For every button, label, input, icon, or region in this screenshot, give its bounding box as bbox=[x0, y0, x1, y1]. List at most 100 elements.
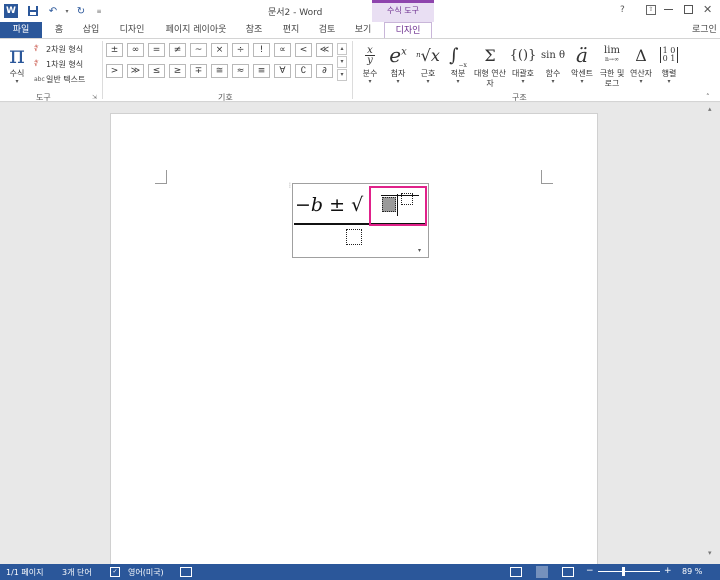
symbol-divide[interactable]: ÷ bbox=[232, 43, 249, 57]
contextual-group-header: 수식 도구 bbox=[372, 0, 434, 22]
document-page[interactable]: ⋮ −b ± √ ▾ bbox=[110, 113, 598, 573]
symbol-plus-minus[interactable]: ± bbox=[106, 43, 123, 57]
title-bar: W ↶ ▾ ↻ ≡ 문서2 - Word 수식 도구 ? ⇧ ✕ bbox=[0, 0, 720, 22]
text-cursor bbox=[397, 194, 398, 216]
undo-icon[interactable]: ↶ bbox=[46, 4, 60, 18]
undo-dropdown-icon[interactable]: ▾ bbox=[60, 4, 74, 18]
equation-container[interactable]: ⋮ −b ± √ ▾ bbox=[287, 183, 429, 258]
radicand-placeholder[interactable] bbox=[382, 197, 396, 212]
symbol-times[interactable]: × bbox=[211, 43, 228, 57]
vertical-scrollbar[interactable] bbox=[707, 105, 717, 559]
tab-mailings[interactable]: 편지 bbox=[276, 22, 306, 38]
tab-review[interactable]: 검토 bbox=[312, 22, 342, 38]
symbol-much-less[interactable]: ≪ bbox=[316, 43, 333, 57]
dialog-launcher-icon[interactable]: ⇲ bbox=[92, 94, 97, 101]
symbol-partial[interactable]: ∂ bbox=[316, 64, 333, 78]
denominator-placeholder[interactable] bbox=[346, 229, 362, 245]
symbol-not-equal[interactable]: ≠ bbox=[169, 43, 186, 57]
language-indicator[interactable]: 영어(미국) bbox=[128, 567, 164, 578]
help-icon[interactable]: ? bbox=[620, 5, 625, 15]
symbol-complement[interactable]: ∁ bbox=[295, 64, 312, 78]
tab-equation-design[interactable]: 디자인 bbox=[384, 22, 432, 38]
read-mode-icon[interactable] bbox=[510, 567, 522, 577]
symbol-minus-plus[interactable]: ∓ bbox=[190, 64, 207, 78]
tab-references[interactable]: 참조 bbox=[240, 22, 268, 38]
gallery-scroll-down-icon[interactable]: ▾ bbox=[337, 56, 347, 68]
symbol-much-greater[interactable]: ≫ bbox=[127, 64, 144, 78]
equation-numerator[interactable]: −b ± √ bbox=[295, 194, 363, 216]
zoom-slider-thumb[interactable] bbox=[622, 567, 625, 576]
close-icon[interactable]: ✕ bbox=[703, 3, 712, 16]
collapse-ribbon-icon[interactable]: ˄ bbox=[706, 93, 710, 101]
page-count[interactable]: 1/1 페이지 bbox=[6, 567, 44, 578]
equation-options-icon[interactable]: ▾ bbox=[418, 247, 421, 254]
ribbon-tabs: 파일 홈 삽입 디자인 페이지 레이아웃 참조 편지 검토 보기 디자인 로그인 bbox=[0, 22, 720, 38]
tab-file[interactable]: 파일 bbox=[0, 22, 42, 38]
selection-highlight bbox=[369, 186, 427, 226]
normal-text-button[interactable]: abc 일반 텍스트 bbox=[34, 72, 96, 86]
save-icon[interactable] bbox=[26, 4, 40, 18]
integral-button[interactable]: ∫ −x 적분 ▾ bbox=[444, 41, 472, 85]
zoom-in-icon[interactable]: + bbox=[664, 566, 672, 576]
accent-button[interactable]: ä 악센트 ▾ bbox=[568, 41, 596, 85]
print-layout-icon[interactable] bbox=[536, 566, 548, 578]
degree-placeholder[interactable] bbox=[401, 193, 413, 205]
ribbon-display-icon[interactable]: ⇧ bbox=[646, 5, 656, 15]
symbol-equals[interactable]: = bbox=[148, 43, 165, 57]
zoom-out-icon[interactable]: − bbox=[586, 566, 594, 576]
gallery-more-icon[interactable]: ▾ bbox=[337, 69, 347, 81]
tab-page-layout[interactable]: 페이지 레이아웃 bbox=[158, 22, 234, 38]
tab-insert[interactable]: 삽입 bbox=[76, 22, 106, 38]
macro-record-icon[interactable] bbox=[180, 567, 192, 577]
symbol-less-equal[interactable]: ≤ bbox=[148, 64, 165, 78]
linear-icon: ∜ bbox=[34, 60, 39, 68]
proofing-icon[interactable]: ✓ bbox=[110, 567, 120, 577]
scroll-down-icon[interactable]: ▾ bbox=[708, 549, 712, 557]
group-divider bbox=[102, 41, 103, 99]
chevron-down-icon: ▾ bbox=[368, 78, 372, 85]
gallery-scroll-up-icon[interactable]: ▴ bbox=[337, 43, 347, 55]
web-layout-icon[interactable] bbox=[562, 567, 574, 577]
sign-in-link[interactable]: 로그인 bbox=[692, 22, 717, 38]
symbol-identical[interactable]: ≡ bbox=[253, 64, 270, 78]
linear-button[interactable]: ∜ 1차원 형식 bbox=[34, 57, 96, 71]
scroll-up-icon[interactable]: ▴ bbox=[708, 105, 712, 113]
zoom-slider[interactable] bbox=[598, 571, 660, 572]
radical-button[interactable]: n √ x 근호 ▾ bbox=[414, 41, 442, 85]
bracket-button[interactable]: {()} 대괄호 ▾ bbox=[508, 41, 538, 85]
symbol-less-than[interactable]: < bbox=[295, 43, 312, 57]
tab-design[interactable]: 디자인 bbox=[112, 22, 152, 38]
symbol-factorial[interactable]: ! bbox=[253, 43, 270, 57]
function-icon: sin θ bbox=[541, 49, 565, 61]
tab-home[interactable]: 홈 bbox=[48, 22, 70, 38]
word-count[interactable]: 3개 단어 bbox=[62, 567, 92, 578]
limit-log-button[interactable]: lim n→∞ 극한 및 로그 bbox=[596, 41, 628, 89]
symbol-proportional[interactable]: ∝ bbox=[274, 43, 291, 57]
symbol-infinity[interactable]: ∞ bbox=[127, 43, 144, 57]
equation-button[interactable]: π 수식 ▾ bbox=[4, 41, 30, 85]
minimize-icon[interactable] bbox=[664, 9, 673, 10]
symbol-tilde[interactable]: ~ bbox=[190, 43, 207, 57]
maximize-icon[interactable] bbox=[684, 5, 693, 14]
fraction-button[interactable]: xy 분수 ▾ bbox=[358, 41, 382, 85]
word-logo-icon: W bbox=[4, 4, 18, 18]
operator-button[interactable]: Δ 연산자 ▾ bbox=[628, 41, 654, 85]
symbol-approx[interactable]: ≈ bbox=[232, 64, 249, 78]
matrix-button[interactable]: 1 00 1 행렬 ▾ bbox=[656, 41, 682, 85]
symbol-greater-equal[interactable]: ≥ bbox=[169, 64, 186, 78]
qat-customize-icon[interactable]: ≡ bbox=[92, 4, 106, 18]
symbol-for-all[interactable]: ∀ bbox=[274, 64, 291, 78]
chevron-down-icon: ▾ bbox=[551, 78, 555, 85]
large-operator-button[interactable]: Σ 대형 연산자 bbox=[474, 41, 506, 89]
function-button[interactable]: sin θ 함수 ▾ bbox=[540, 41, 566, 85]
zoom-level[interactable]: 89 % bbox=[682, 567, 702, 576]
equation-handle-icon[interactable]: ⋮ bbox=[287, 183, 293, 194]
symbol-congruent[interactable]: ≅ bbox=[211, 64, 228, 78]
structures-group-label: 구조 bbox=[512, 93, 527, 102]
professional-button[interactable]: ∜ 2차원 형식 bbox=[34, 42, 96, 56]
tab-view[interactable]: 보기 bbox=[348, 22, 378, 38]
redo-icon[interactable]: ↻ bbox=[74, 4, 88, 18]
symbol-greater-than[interactable]: > bbox=[106, 64, 123, 78]
script-button[interactable]: ex 첨자 ▾ bbox=[384, 41, 412, 85]
tools-group-label: 도구 bbox=[36, 93, 51, 102]
